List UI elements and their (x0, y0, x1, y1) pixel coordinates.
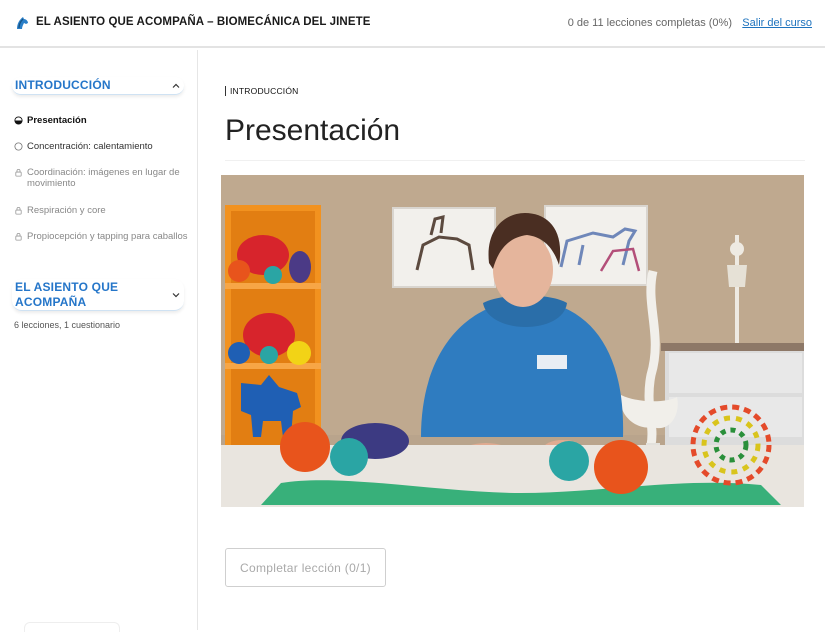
section-meta: 6 lecciones, 1 cuestionario (14, 320, 121, 330)
horse-head-logo-icon (17, 17, 28, 29)
exit-course-link[interactable]: Salir del curso (742, 17, 812, 29)
section-title: INTRODUCCIÓN (15, 78, 111, 92)
lesson-item-coordinacion[interactable]: Coordinación: imágenes en lugar de movim… (14, 167, 189, 189)
lesson-label: Respiración y core (27, 205, 106, 216)
top-bar: EL ASIENTO QUE ACOMPAÑA – BIOMECÁNICA DE… (0, 0, 825, 48)
empty-circle-icon (14, 142, 23, 151)
lock-icon (15, 169, 22, 177)
lesson-item-presentacion[interactable]: Presentación (14, 115, 189, 126)
breadcrumb: INTRODUCCIÓN (225, 86, 299, 96)
section-header-introduccion[interactable]: INTRODUCCIÓN (12, 77, 184, 95)
half-circle-icon (14, 116, 23, 125)
lesson-item-propiocepcion[interactable]: Propiocepción y tapping para caballos (14, 231, 189, 242)
lesson-hero-image (221, 175, 804, 507)
section-header-el-asiento[interactable]: EL ASIENTO QUE ACOMPAÑA (12, 279, 184, 311)
section-title: EL ASIENTO QUE ACOMPAÑA (15, 280, 119, 309)
course-progress-text: 0 de 11 lecciones completas (0%) (567, 17, 732, 29)
lesson-label: Coordinación: imágenes en lugar de movim… (27, 167, 180, 189)
lesson-item-concentracion[interactable]: Concentración: calentamiento (14, 141, 189, 152)
lesson-item-respiracion[interactable]: Respiración y core (14, 205, 189, 216)
page-title: Presentación (225, 114, 401, 147)
lesson-content: INTRODUCCIÓN Presentación Completar lecc… (199, 50, 825, 630)
lesson-label: Propiocepción y tapping para caballos (27, 231, 188, 242)
lesson-label: Concentración: calentamiento (27, 141, 153, 152)
course-title: EL ASIENTO QUE ACOMPAÑA – BIOMECÁNICA DE… (36, 16, 371, 28)
complete-lesson-button[interactable]: Completar lección (0/1) (225, 548, 386, 587)
sidebar-footer-stub (24, 622, 120, 632)
lock-icon (15, 207, 22, 215)
title-divider (225, 160, 805, 161)
lock-icon (15, 233, 22, 241)
lesson-label: Presentación (27, 115, 87, 126)
chevron-up-icon (172, 83, 180, 88)
course-sidebar: INTRODUCCIÓN Presentación Concentración:… (0, 50, 198, 632)
chevron-down-icon (172, 293, 180, 298)
